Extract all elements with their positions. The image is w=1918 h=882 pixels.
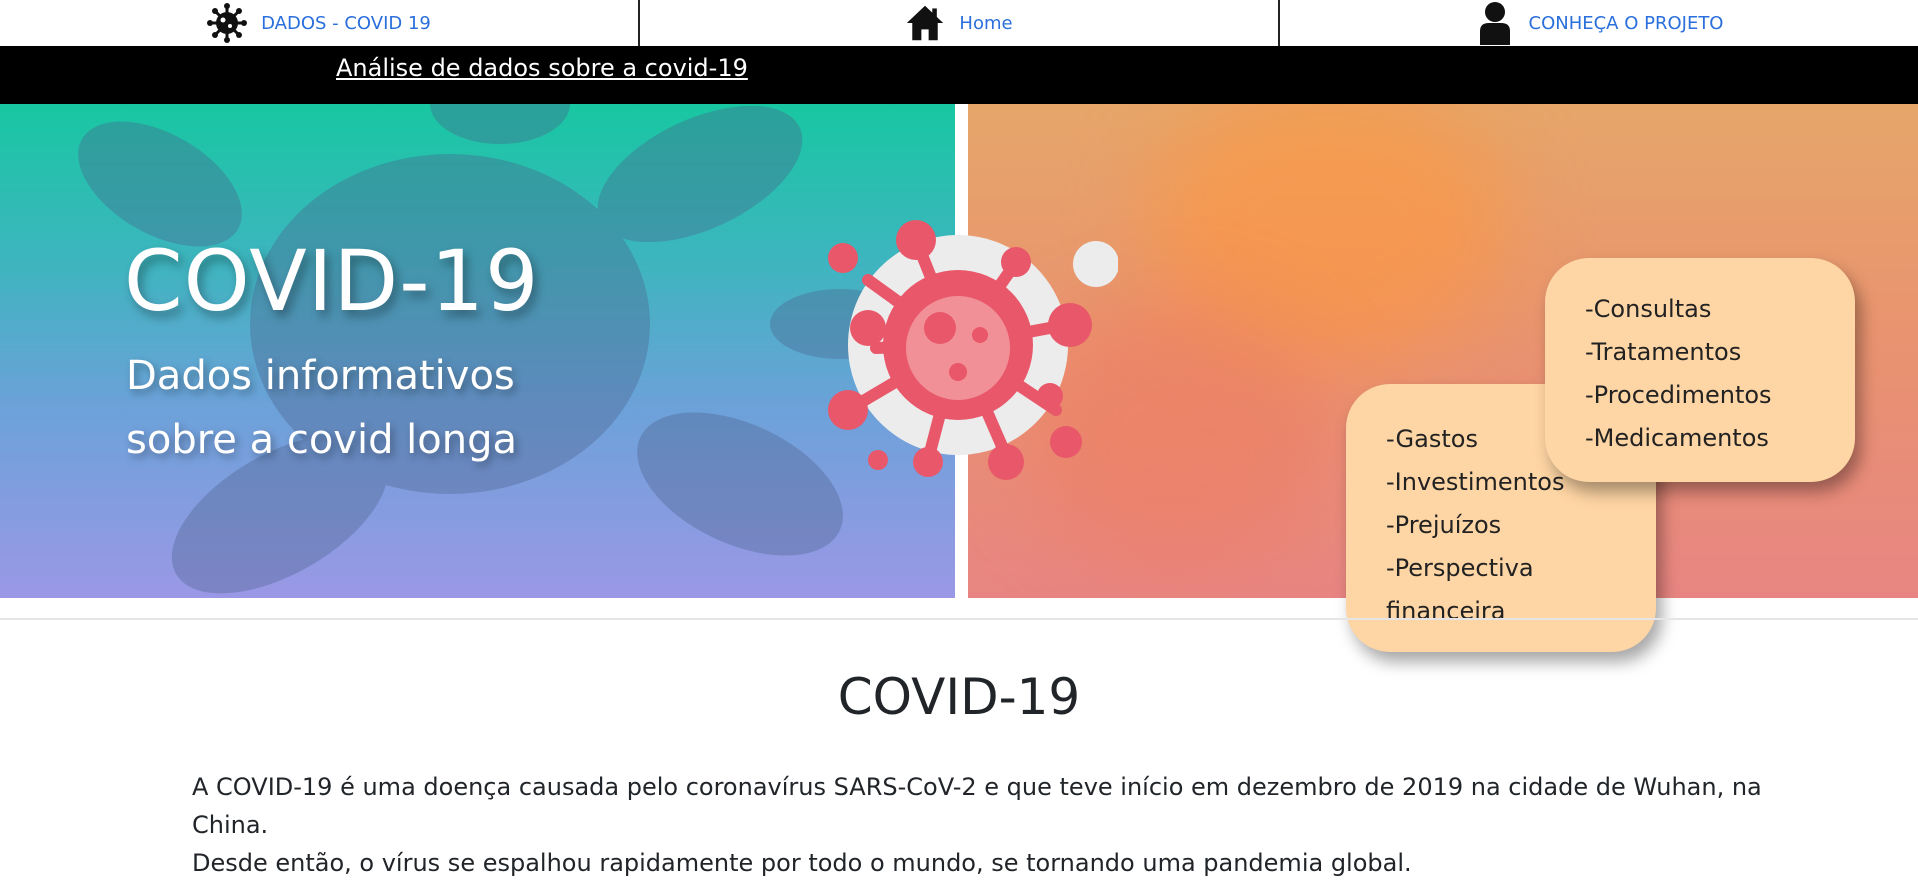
section-description: A COVID-19 é uma doença causada pelo cor… (192, 768, 1812, 882)
hero-subtitle: Dados informativos sobre a covid longa (126, 353, 518, 463)
virus-icon (207, 3, 248, 43)
nav-label-conheca-projeto: CONHEÇA O PROJETO (1528, 12, 1724, 34)
health-topics-card: -Consultas -Tratamentos -Procedimentos -… (1545, 258, 1855, 482)
nav-item-conheca-projeto[interactable]: CONHEÇA O PROJETO (1278, 0, 1918, 46)
subheader-bar: Análise de dados sobre a covid-19 (0, 46, 1918, 104)
section-title: COVID-19 (837, 668, 1081, 726)
card-item-perspectiva: -Perspectiva financeira (1386, 554, 1534, 625)
top-navbar: DADOS - COVID 19 Home CONHEÇA O PROJETO (0, 0, 1918, 46)
hero-title: COVID-19 (124, 232, 540, 330)
section-divider (0, 618, 1918, 620)
section-paragraph-1: A COVID-19 é uma doença causada pelo cor… (192, 773, 1762, 839)
nav-label-dados-covid: DADOS - COVID 19 (261, 12, 431, 34)
nav-item-home[interactable]: Home (638, 0, 1278, 46)
hero-left-panel: COVID-19 Dados informativos sobre a covi… (0, 104, 955, 598)
virus-illustration-icon (828, 220, 1118, 480)
card-item-medicamentos: -Medicamentos (1585, 424, 1769, 452)
nav-label-home: Home (959, 12, 1013, 34)
card-item-procedimentos: -Procedimentos (1585, 381, 1772, 409)
user-icon (1475, 2, 1515, 45)
card-item-tratamentos: -Tratamentos (1585, 338, 1742, 366)
home-icon (905, 3, 945, 43)
card-item-consultas: -Consultas (1585, 295, 1712, 323)
analise-dados-link[interactable]: Análise de dados sobre a covid-19 (336, 54, 748, 82)
hero-banner: COVID-19 Dados informativos sobre a covi… (0, 104, 1918, 652)
card-item-prejuizos: -Prejuízos (1386, 511, 1502, 539)
section-paragraph-2: Desde então, o vírus se espalhou rapidam… (192, 849, 1412, 877)
nav-item-dados-covid[interactable]: DADOS - COVID 19 (0, 0, 638, 46)
